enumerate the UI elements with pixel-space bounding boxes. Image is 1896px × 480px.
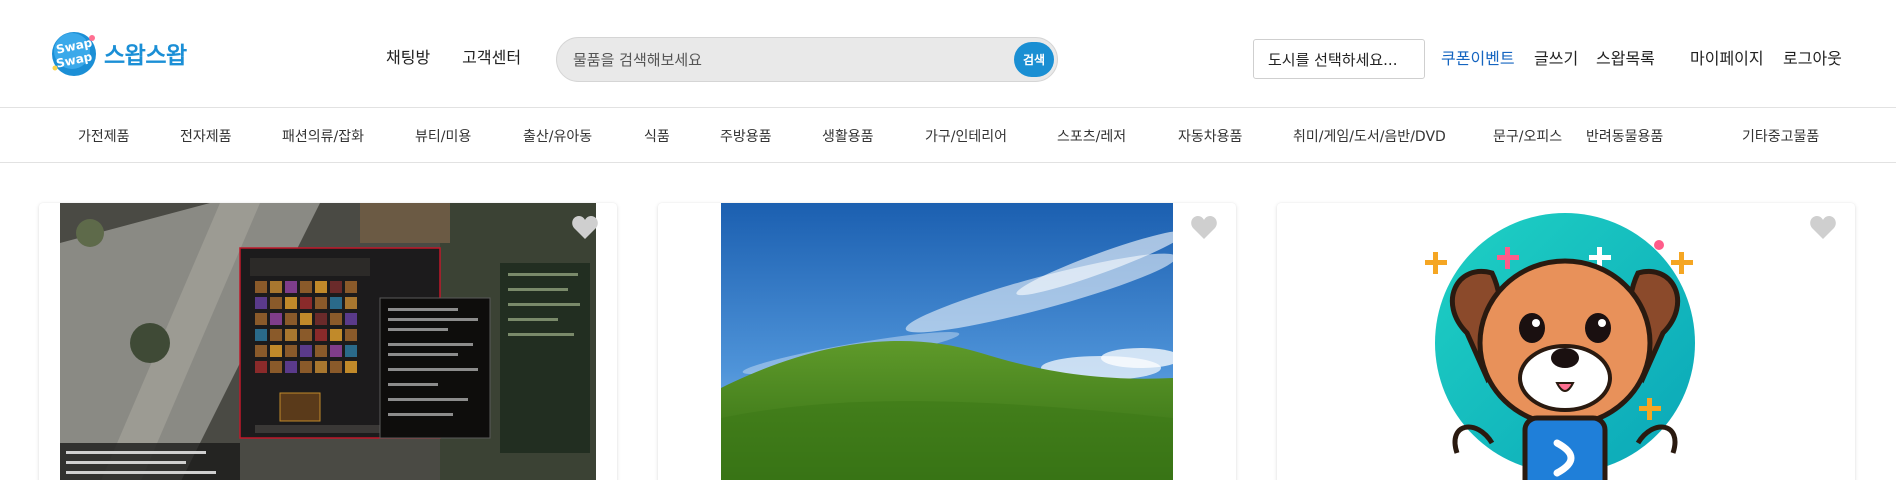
category-item[interactable]: 가전제품 xyxy=(78,126,130,146)
category-item[interactable]: 가구/인테리어 xyxy=(925,126,1007,146)
nav-chat[interactable]: 채팅방 xyxy=(386,44,430,68)
favorite-heart-icon[interactable] xyxy=(571,215,599,241)
category-item[interactable]: 반려동물용품 xyxy=(1586,126,1663,146)
favorite-heart-icon[interactable] xyxy=(1190,215,1218,241)
search-input[interactable] xyxy=(573,38,993,81)
favorite-heart-icon[interactable] xyxy=(1809,215,1837,241)
nav-support[interactable]: 고객센터 xyxy=(462,44,521,68)
category-bar: 가전제품 전자제품 패션의류/잡화 뷰티/미용 출산/유아동 식품 주방용품 생… xyxy=(0,109,1896,163)
category-item[interactable]: 식품 xyxy=(644,126,670,146)
nav-mypage[interactable]: 마이페이지 xyxy=(1690,45,1764,69)
nav-write[interactable]: 글쓰기 xyxy=(1534,45,1578,69)
category-item[interactable]: 자동차용품 xyxy=(1178,126,1242,146)
city-select[interactable]: 도시를 선택하세요... xyxy=(1253,39,1425,79)
top-header: Swap Swap 스왑스왑 채팅방 고객센터 검색 도시를 선택하세요... … xyxy=(0,0,1896,108)
city-select-value: 도시를 선택하세요... xyxy=(1268,50,1398,69)
category-item[interactable]: 뷰티/미용 xyxy=(415,126,471,146)
product-card[interactable] xyxy=(1277,203,1855,480)
nav-left: 채팅방 고객센터 xyxy=(386,44,521,68)
product-image-landscape xyxy=(721,203,1173,480)
search-button[interactable]: 검색 xyxy=(1014,42,1054,77)
category-item[interactable]: 전자제품 xyxy=(180,126,232,146)
search-bar: 검색 xyxy=(556,37,1058,82)
nav-coupon-event[interactable]: 쿠폰이벤트 xyxy=(1441,45,1515,69)
site-logo[interactable]: Swap Swap 스왑스왑 xyxy=(48,28,187,78)
product-image-dog-logo xyxy=(1417,203,1713,480)
category-item[interactable]: 출산/유아동 xyxy=(523,126,592,146)
swap-badge-icon: Swap Swap xyxy=(48,28,102,78)
product-card[interactable] xyxy=(658,203,1236,480)
category-item[interactable]: 패션의류/잡화 xyxy=(282,126,364,146)
brand-name: 스왑스왑 xyxy=(104,43,187,69)
product-card[interactable] xyxy=(39,203,617,480)
category-item[interactable]: 기타중고물품 xyxy=(1742,126,1819,146)
category-item[interactable]: 스포츠/레저 xyxy=(1057,126,1126,146)
category-item[interactable]: 취미/게임/도서/음반/DVD xyxy=(1293,126,1446,146)
category-item[interactable]: 생활용품 xyxy=(822,126,874,146)
product-image-game xyxy=(60,203,596,480)
nav-swap-list[interactable]: 스왑목록 xyxy=(1596,45,1655,69)
category-item[interactable]: 문구/오피스 xyxy=(1493,126,1562,146)
nav-logout[interactable]: 로그아웃 xyxy=(1783,45,1842,69)
category-item[interactable]: 주방용품 xyxy=(720,126,772,146)
